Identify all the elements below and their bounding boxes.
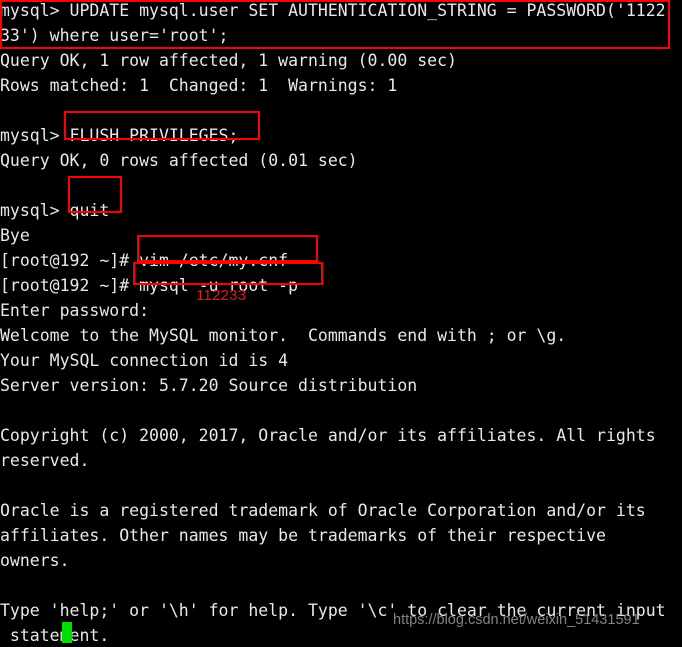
terminal-line: Oracle is a registered trademark of Orac… [0,501,646,520]
watermark-url: https://blog.csdn.net/weixin_51431591 [393,612,640,628]
terminal-line: mysql> FLUSH PRIVILEGES; [0,126,239,145]
terminal-line: affiliates. Other names may be trademark… [0,526,606,545]
terminal-line: [root@192 ~]# mysql -u root -p [0,276,299,295]
terminal-line: Rows matched: 1 Changed: 1 Warnings: 1 [0,76,398,95]
terminal-line: reserved. [0,451,90,470]
terminal-line: [root@192 ~]# vim /etc/my.cnf [0,251,289,270]
terminal-window[interactable]: mysql> UPDATE mysql.user SET AUTHENTICAT… [0,0,682,647]
terminal-line: Copyright (c) 2000, 2017, Oracle and/or … [0,426,656,445]
terminal-line: Query OK, 1 row affected, 1 warning (0.0… [0,51,457,70]
text-cursor [62,622,72,643]
terminal-line: Welcome to the MySQL monitor. Commands e… [0,326,567,345]
terminal-line: Query OK, 0 rows affected (0.01 sec) [0,151,358,170]
terminal-line: Your MySQL connection id is 4 [0,351,289,370]
terminal-line: Server version: 5.7.20 Source distributi… [0,376,418,395]
terminal-line: Bye [0,226,30,245]
terminal-line: mysql> quit [0,201,110,220]
terminal-line: mysql> UPDATE mysql.user SET AUTHENTICAT… [0,1,666,20]
terminal-line: 33') where user='root'; [0,26,229,45]
terminal-line: owners. [0,551,70,570]
terminal-output: mysql> UPDATE mysql.user SET AUTHENTICAT… [0,0,682,647]
terminal-line: Enter password: [0,301,150,320]
annotation-password-note: 112233 [196,287,247,304]
